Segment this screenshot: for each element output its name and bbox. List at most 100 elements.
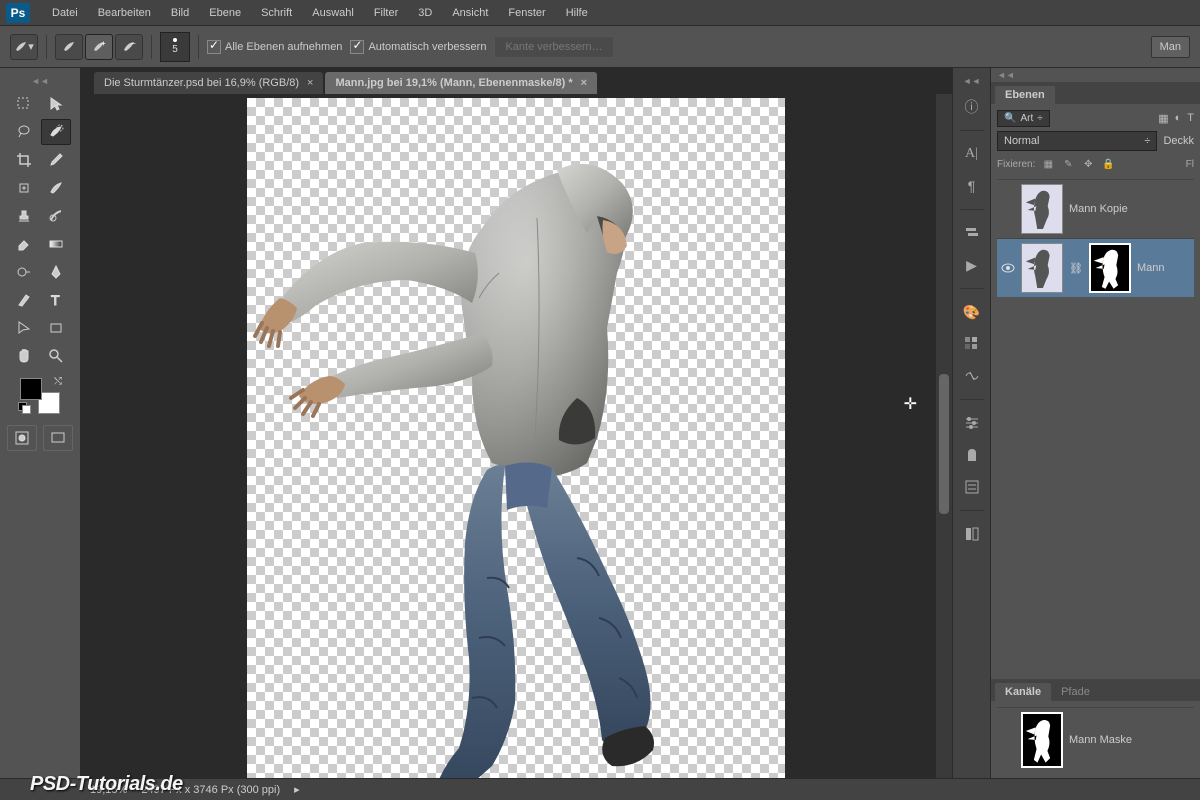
canvas-image xyxy=(247,98,785,778)
document-tab-1[interactable]: Mann.jpg bei 19,1% (Mann, Ebenenmaske/8)… xyxy=(325,72,597,94)
crop-tool[interactable] xyxy=(9,147,39,173)
check-icon xyxy=(207,40,221,54)
app-logo: Ps xyxy=(6,3,30,23)
move-tool[interactable] xyxy=(9,91,39,117)
menu-hilfe[interactable]: Hilfe xyxy=(556,3,598,23)
layer-name: Mann Kopie xyxy=(1069,203,1128,215)
history-brush-tool[interactable] xyxy=(41,203,71,229)
layer-filter-dropdown[interactable]: 🔍Art÷ xyxy=(997,110,1050,127)
filter-adjust-icon[interactable]: ◐ xyxy=(1175,112,1182,125)
menu-filter[interactable]: Filter xyxy=(364,3,408,23)
link-mask-icon[interactable]: ⛓ xyxy=(1069,262,1083,275)
close-icon[interactable]: × xyxy=(307,77,313,89)
document-tab-0[interactable]: Die Sturmtänzer.psd bei 16,9% (RGB/8) × xyxy=(94,72,323,94)
lock-position-icon[interactable]: ✥ xyxy=(1081,157,1095,171)
tool-preset-picker[interactable]: ▾ xyxy=(10,34,38,60)
hand-tool[interactable] xyxy=(9,343,39,369)
menu-auswahl[interactable]: Auswahl xyxy=(302,3,364,23)
channel-thumbnail[interactable] xyxy=(1021,712,1063,768)
eraser-tool[interactable] xyxy=(9,231,39,257)
menu-3d[interactable]: 3D xyxy=(408,3,442,23)
healing-tool[interactable] xyxy=(9,175,39,201)
mode-subtract-selection[interactable]: − xyxy=(115,34,143,60)
close-icon[interactable]: × xyxy=(581,77,587,89)
character-panel-icon[interactable]: A| xyxy=(958,141,986,167)
brushes-panel-icon[interactable] xyxy=(958,442,986,468)
pen-tool[interactable] xyxy=(41,259,71,285)
workspace-switcher[interactable]: Man xyxy=(1151,36,1190,58)
collapsed-panel-strip: ◄◄ ⓘ A| ¶ ▶ 🎨 xyxy=(952,68,990,778)
swatches-panel-icon[interactable] xyxy=(958,331,986,357)
filter-type-icon[interactable]: T xyxy=(1187,112,1194,125)
lock-label: Fixieren: xyxy=(997,159,1035,170)
menu-datei[interactable]: Datei xyxy=(42,3,88,23)
checkbox-auto-verbessern[interactable]: Automatisch verbessern xyxy=(350,40,486,54)
brush-tool[interactable] xyxy=(41,175,71,201)
dodge-tool[interactable] xyxy=(9,259,39,285)
layer-row[interactable]: ⛓ Mann xyxy=(997,238,1194,297)
adjustments-panel-icon[interactable] xyxy=(958,363,986,389)
collapse-arrow-icon[interactable]: ◄◄ xyxy=(29,74,51,88)
path-select-tool[interactable] xyxy=(9,315,39,341)
fill-label: Fl xyxy=(1186,159,1194,170)
properties-panel-icon[interactable] xyxy=(958,521,986,547)
styles-panel-icon[interactable] xyxy=(958,474,986,500)
vertical-scrollbar[interactable] xyxy=(936,94,952,778)
type-tool[interactable]: T xyxy=(41,287,71,313)
chevron-right-icon[interactable]: ▸ xyxy=(294,783,300,796)
layer-thumbnail[interactable] xyxy=(1021,243,1063,293)
color-swatches[interactable]: ⤭ xyxy=(20,378,60,414)
marquee-tool[interactable] xyxy=(41,91,71,117)
actions-panel-icon[interactable]: ▶ xyxy=(958,252,986,278)
screenmode-tool[interactable] xyxy=(43,425,73,451)
paths-panel-tab[interactable]: Pfade xyxy=(1051,683,1100,701)
mode-add-selection[interactable]: + xyxy=(85,34,113,60)
lock-paint-icon[interactable]: ✎ xyxy=(1061,157,1075,171)
menu-bild[interactable]: Bild xyxy=(161,3,199,23)
zoom-tool[interactable] xyxy=(41,343,71,369)
default-colors-icon[interactable] xyxy=(18,402,32,412)
info-panel-icon[interactable]: ⓘ xyxy=(958,94,986,120)
menu-ebene[interactable]: Ebene xyxy=(199,3,251,23)
blend-mode-dropdown[interactable]: Normal÷ xyxy=(997,131,1157,151)
history-panel-icon[interactable] xyxy=(958,220,986,246)
paragraph-panel-icon[interactable]: ¶ xyxy=(958,173,986,199)
foreground-color-swatch[interactable] xyxy=(20,378,42,400)
menu-bearbeiten[interactable]: Bearbeiten xyxy=(88,3,161,23)
color-panel-icon[interactable]: 🎨 xyxy=(958,299,986,325)
stamp-tool[interactable] xyxy=(9,203,39,229)
svg-text:−: − xyxy=(131,40,136,48)
visibility-toggle[interactable] xyxy=(1001,202,1015,216)
quickmask-tool[interactable] xyxy=(7,425,37,451)
swap-colors-icon[interactable]: ⤭ xyxy=(54,376,62,387)
checkbox-alle-ebenen[interactable]: Alle Ebenen aufnehmen xyxy=(207,40,342,54)
shape-tool[interactable] xyxy=(41,315,71,341)
layer-thumbnail[interactable] xyxy=(1021,184,1063,234)
channel-row[interactable]: Mann Maske xyxy=(997,707,1194,772)
lock-all-icon[interactable]: 🔒 xyxy=(1101,157,1115,171)
layer-row[interactable]: Mann Kopie xyxy=(997,179,1194,238)
quick-select-tool[interactable] xyxy=(41,119,71,145)
brush-size-value: 5 xyxy=(172,44,178,55)
layers-panel-tab[interactable]: Ebenen xyxy=(995,86,1055,104)
menu-schrift[interactable]: Schrift xyxy=(251,3,302,23)
gradient-tool[interactable] xyxy=(41,231,71,257)
visibility-toggle[interactable] xyxy=(1001,733,1015,747)
visibility-toggle[interactable] xyxy=(1001,261,1015,275)
canvas[interactable] xyxy=(247,98,785,778)
sliders-panel-icon[interactable] xyxy=(958,410,986,436)
lock-pixels-icon[interactable]: ▦ xyxy=(1041,157,1055,171)
eyedropper-tool[interactable] xyxy=(41,147,71,173)
lasso-tool[interactable] xyxy=(9,119,39,145)
layer-mask-thumbnail[interactable] xyxy=(1089,243,1131,293)
brush-size-picker[interactable]: 5 xyxy=(160,32,190,62)
left-toolbar: ◄◄ T ⤭ xyxy=(0,68,80,778)
menu-fenster[interactable]: Fenster xyxy=(498,3,555,23)
collapse-arrow-icon[interactable]: ◄◄ xyxy=(991,68,1200,82)
menu-ansicht[interactable]: Ansicht xyxy=(442,3,498,23)
collapse-arrow-icon[interactable]: ◄◄ xyxy=(961,74,983,88)
channels-panel-tab[interactable]: Kanäle xyxy=(995,683,1051,701)
pen-tool-2[interactable] xyxy=(9,287,39,313)
mode-new-selection[interactable] xyxy=(55,34,83,60)
filter-image-icon[interactable]: ▦ xyxy=(1158,112,1168,125)
